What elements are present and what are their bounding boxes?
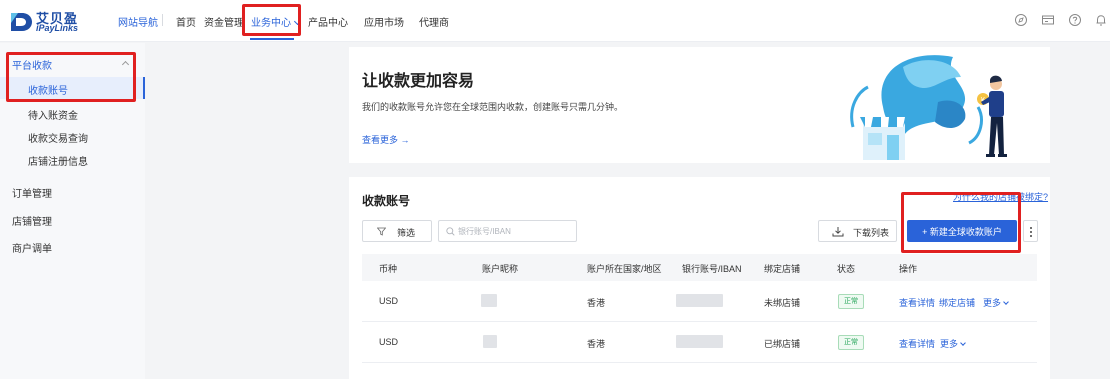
col-region: 账户所在国家/地区 — [587, 264, 662, 274]
download-icon — [832, 227, 844, 237]
nav-app-market[interactable]: 应用市场 — [364, 14, 404, 29]
col-nickname: 账户昵称 — [482, 264, 519, 274]
col-actions: 操作 — [899, 264, 918, 274]
highlight-box-new-account — [901, 192, 1021, 253]
download-list-button[interactable]: 下载列表 — [818, 220, 897, 242]
cell-currency: USD — [379, 296, 399, 306]
cell-currency: USD — [379, 337, 399, 347]
table-header: 币种 账户昵称 账户所在国家/地区 银行账号/IBAN 绑定店铺 状态 操作 — [362, 254, 1037, 281]
sidebar: 平台收款 收款账号 待入账资金 收款交易查询 店铺注册信息 订单管理 店铺管理 … — [0, 43, 145, 379]
bind-store-link[interactable]: 绑定店铺 — [939, 296, 975, 309]
banner-description: 我们的收款账号允许您在全球范围内收款，创建账号只需几分钟。 — [362, 102, 624, 112]
search-icon — [446, 227, 455, 236]
learn-more-link[interactable]: 查看更多 → — [362, 133, 410, 146]
view-details-link[interactable]: 查看详情 — [899, 296, 935, 309]
more-actions-dropdown[interactable]: 更多 — [940, 337, 966, 350]
more-label: 更多 — [940, 339, 959, 349]
col-bound-store: 绑定店铺 — [764, 264, 801, 274]
sidebar-item-orders[interactable]: 订单管理 — [0, 181, 145, 201]
logo-icon — [11, 13, 32, 31]
filter-icon — [377, 227, 386, 236]
compass-icon[interactable] — [1014, 13, 1028, 27]
table-row: USD 香港 未绑店铺 正常 查看详情 绑定店铺 更多 — [362, 281, 1037, 322]
accounts-title: 收款账号 — [362, 194, 411, 208]
top-navbar: 艾贝盈 iPayLinks 网站导航 首页 资金管理 业务中心 产品中心 应用市… — [0, 0, 1110, 42]
brand-logo[interactable]: 艾贝盈 iPayLinks — [8, 8, 106, 36]
sidebar-item-label: 订单管理 — [12, 189, 52, 200]
site-nav-link[interactable]: 网站导航 — [118, 14, 158, 29]
table-row: USD 香港 已绑店铺 正常 查看详情 更多 — [362, 322, 1037, 363]
sidebar-item-label: 收款交易查询 — [28, 134, 88, 145]
cell-bound-store: 已绑店铺 — [764, 339, 801, 349]
redacted-nickname — [481, 294, 497, 307]
col-iban: 银行账号/IBAN — [682, 264, 742, 274]
redacted-iban — [676, 294, 723, 307]
status-badge: 正常 — [838, 335, 864, 350]
cell-region: 香港 — [587, 339, 606, 349]
more-actions-dropdown[interactable]: 更多 — [983, 296, 1009, 309]
intro-banner: 让收款更加容易 我们的收款账号允许您在全球范围内收款，创建账号只需几分钟。 查看… — [349, 47, 1050, 163]
redacted-nickname — [483, 335, 497, 348]
nav-divider — [162, 14, 163, 26]
active-nav-underline — [250, 38, 294, 40]
filter-button[interactable]: 筛选 — [362, 220, 432, 242]
view-details-link[interactable]: 查看详情 — [899, 337, 935, 350]
sidebar-item-merchant-requests[interactable]: 商户调单 — [0, 236, 145, 256]
nav-home[interactable]: 首页 — [176, 14, 196, 29]
sidebar-item-transaction-query[interactable]: 收款交易查询 — [0, 125, 145, 147]
chevron-down-icon — [960, 340, 966, 346]
sidebar-item-label: 店铺注册信息 — [28, 157, 88, 168]
more-options-icon[interactable] — [1023, 220, 1038, 242]
sidebar-item-stores[interactable]: 店铺管理 — [0, 209, 145, 229]
sidebar-item-pending-funds[interactable]: 待入账资金 — [0, 102, 145, 124]
nav-products[interactable]: 产品中心 — [308, 14, 348, 29]
filter-label: 筛选 — [397, 228, 416, 238]
bell-icon[interactable] — [1094, 13, 1108, 27]
active-indicator — [143, 77, 145, 99]
kebab-dot — [1030, 231, 1032, 233]
col-currency: 币种 — [379, 264, 398, 274]
col-status: 状态 — [837, 264, 856, 274]
sidebar-item-label: 商户调单 — [12, 244, 52, 255]
nav-agents[interactable]: 代理商 — [419, 14, 449, 29]
sidebar-item-label: 待入账资金 — [28, 111, 78, 122]
highlight-box-sidebar — [6, 52, 136, 102]
sidebar-item-store-registration[interactable]: 店铺注册信息 — [0, 148, 145, 170]
card-icon[interactable] — [1041, 13, 1055, 27]
search-input[interactable] — [458, 224, 573, 239]
cell-bound-store: 未绑店铺 — [764, 298, 801, 308]
nav-funds[interactable]: 资金管理 — [204, 14, 244, 29]
sidebar-item-label: 店铺管理 — [12, 217, 52, 228]
chevron-down-icon — [1003, 299, 1009, 305]
bank-account-search[interactable] — [438, 220, 577, 242]
help-icon[interactable] — [1068, 13, 1082, 27]
cell-region: 香港 — [587, 298, 606, 308]
banner-title: 让收款更加容易 — [362, 73, 475, 90]
more-label: 更多 — [983, 298, 1002, 308]
redacted-iban — [676, 335, 723, 348]
brand-sub: iPayLinks — [36, 23, 79, 33]
status-badge: 正常 — [838, 294, 864, 309]
collection-accounts-card: 收款账号 为什么我的店铺被绑定? 筛选 下载列表 + 新建全球收款账户 币种 账… — [349, 177, 1050, 379]
highlight-box-nav — [242, 4, 301, 36]
kebab-dot — [1030, 235, 1032, 237]
globe-store-illustration: ¥ — [850, 55, 1007, 160]
download-label: 下载列表 — [853, 228, 890, 238]
kebab-dot — [1030, 227, 1032, 229]
